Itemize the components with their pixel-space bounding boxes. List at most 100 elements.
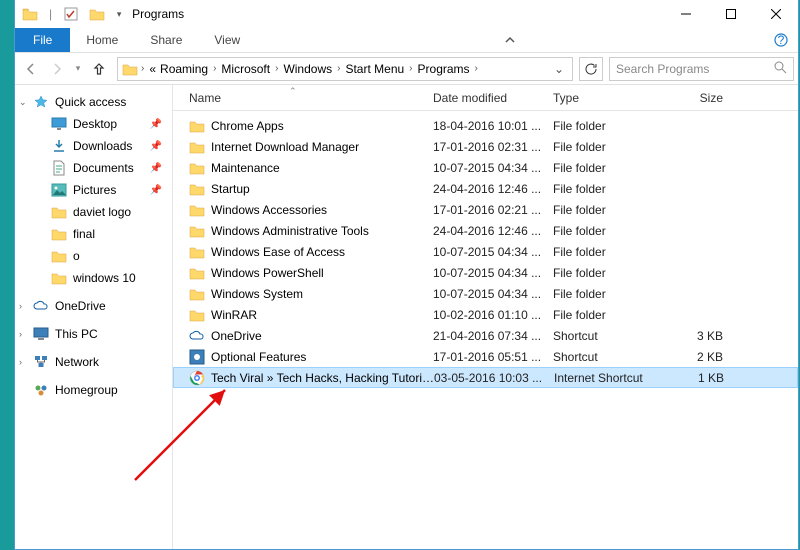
- sidebar-onedrive[interactable]: › OneDrive: [15, 295, 172, 317]
- column-size[interactable]: Size: [663, 91, 743, 105]
- network-icon: [33, 354, 49, 370]
- column-type[interactable]: Type: [553, 91, 663, 105]
- help-icon[interactable]: ?: [764, 28, 798, 52]
- minimize-button[interactable]: [663, 0, 708, 28]
- sidebar-quick-access[interactable]: ⌄ Quick access: [15, 91, 172, 113]
- file-row[interactable]: Optional Features17-01-2016 05:51 ...Sho…: [173, 346, 798, 367]
- tab-share[interactable]: Share: [134, 28, 198, 52]
- file-row[interactable]: Windows PowerShell10-07-2015 04:34 ...Fi…: [173, 262, 798, 283]
- file-row[interactable]: Windows Administrative Tools24-04-2016 1…: [173, 220, 798, 241]
- navigation-bar: ▾ › « Roaming › Microsoft › Windows › St…: [15, 53, 798, 85]
- sidebar-item[interactable]: final: [15, 223, 172, 245]
- file-date: 10-07-2015 04:34 ...: [433, 266, 553, 280]
- file-row[interactable]: Startup24-04-2016 12:46 ...File folder: [173, 178, 798, 199]
- breadcrumb-startmenu[interactable]: Start Menu: [343, 62, 406, 76]
- file-name: Windows Accessories: [211, 203, 433, 217]
- sidebar-item-label: Desktop: [73, 117, 117, 131]
- file-row[interactable]: OneDrive21-04-2016 07:34 ...Shortcut3 KB: [173, 325, 798, 346]
- column-headers: Name⌃ Date modified Type Size: [173, 85, 798, 111]
- folder-icon: [189, 160, 205, 176]
- file-row[interactable]: Maintenance10-07-2015 04:34 ...File fold…: [173, 157, 798, 178]
- quick-access-toolbar: | ▾: [19, 3, 126, 25]
- file-date: 21-04-2016 07:34 ...: [433, 329, 553, 343]
- tab-view[interactable]: View: [198, 28, 256, 52]
- sidebar-item-label: OneDrive: [55, 299, 106, 313]
- sidebar-item[interactable]: Downloads📌: [15, 135, 172, 157]
- sidebar-thispc[interactable]: › This PC: [15, 323, 172, 345]
- forward-button[interactable]: [45, 57, 69, 81]
- onedrive-icon: [189, 328, 205, 344]
- address-dropdown-icon[interactable]: ⌄: [550, 62, 568, 76]
- close-button[interactable]: [753, 0, 798, 28]
- file-row[interactable]: Windows Accessories17-01-2016 02:21 ...F…: [173, 199, 798, 220]
- file-row[interactable]: Chrome Apps18-04-2016 10:01 ...File fold…: [173, 115, 798, 136]
- sidebar-item[interactable]: Documents📌: [15, 157, 172, 179]
- breadcrumb-roaming[interactable]: Roaming: [158, 62, 210, 76]
- collapse-ribbon-icon[interactable]: [492, 28, 528, 52]
- sidebar-network[interactable]: › Network: [15, 351, 172, 373]
- folder-icon: [189, 286, 205, 302]
- caret-right-icon[interactable]: ›: [19, 301, 22, 311]
- file-type: File folder: [553, 161, 663, 175]
- back-button[interactable]: [19, 57, 43, 81]
- folder-icon[interactable]: [19, 3, 41, 25]
- breadcrumb-prefix[interactable]: «: [147, 62, 158, 76]
- address-bar[interactable]: › « Roaming › Microsoft › Windows › Star…: [117, 57, 573, 81]
- title-bar: | ▾ Programs: [15, 0, 798, 28]
- file-row[interactable]: Windows Ease of Access10-07-2015 04:34 .…: [173, 241, 798, 262]
- refresh-button[interactable]: [579, 57, 603, 81]
- file-date: 24-04-2016 12:46 ...: [433, 182, 553, 196]
- sidebar-item-label: This PC: [55, 327, 98, 341]
- file-row[interactable]: Tech Viral » Tech Hacks, Hacking Tutoria…: [173, 367, 798, 388]
- caret-down-icon[interactable]: ⌄: [19, 97, 27, 108]
- file-name: Windows Ease of Access: [211, 245, 433, 259]
- navigation-pane[interactable]: ⌄ Quick access Desktop📌Downloads📌Documen…: [15, 85, 173, 549]
- search-placeholder: Search Programs: [616, 62, 709, 76]
- column-date[interactable]: Date modified: [433, 91, 553, 105]
- file-row[interactable]: Internet Download Manager17-01-2016 02:3…: [173, 136, 798, 157]
- sidebar-item[interactable]: o: [15, 245, 172, 267]
- properties-icon[interactable]: [60, 3, 82, 25]
- ribbon-tabs: File Home Share View ?: [15, 28, 798, 53]
- settings-icon: [189, 349, 205, 365]
- folder-icon: [189, 223, 205, 239]
- qat-dropdown-icon[interactable]: ▾: [112, 3, 126, 25]
- file-name: Windows System: [211, 287, 433, 301]
- search-icon[interactable]: [773, 60, 787, 77]
- file-type: Shortcut: [553, 350, 663, 364]
- separator: |: [49, 7, 52, 21]
- maximize-button[interactable]: [708, 0, 753, 28]
- chevron-right-icon[interactable]: ›: [472, 63, 481, 74]
- caret-right-icon[interactable]: ›: [19, 329, 22, 339]
- sidebar-item[interactable]: Pictures📌: [15, 179, 172, 201]
- file-name: Windows Administrative Tools: [211, 224, 433, 238]
- caret-right-icon[interactable]: ›: [19, 357, 22, 367]
- breadcrumb-programs[interactable]: Programs: [416, 62, 472, 76]
- chevron-right-icon[interactable]: ›: [272, 63, 281, 74]
- column-name[interactable]: Name⌃: [189, 91, 433, 105]
- file-name: Windows PowerShell: [211, 266, 433, 280]
- sidebar-item[interactable]: Desktop📌: [15, 113, 172, 135]
- sidebar-item[interactable]: daviet logo: [15, 201, 172, 223]
- breadcrumb-microsoft[interactable]: Microsoft: [219, 62, 272, 76]
- file-date: 18-04-2016 10:01 ...: [433, 119, 553, 133]
- up-button[interactable]: [87, 57, 111, 81]
- folder-icon: [189, 139, 205, 155]
- breadcrumb-windows[interactable]: Windows: [281, 62, 334, 76]
- file-row[interactable]: Windows System10-07-2015 04:34 ...File f…: [173, 283, 798, 304]
- file-type: File folder: [553, 287, 663, 301]
- search-input[interactable]: Search Programs: [609, 57, 794, 81]
- chevron-right-icon[interactable]: ›: [210, 63, 219, 74]
- file-type: File folder: [553, 245, 663, 259]
- chevron-right-icon[interactable]: ›: [138, 63, 147, 74]
- pin-icon: 📌: [150, 141, 162, 152]
- tab-file[interactable]: File: [15, 28, 70, 52]
- file-row[interactable]: WinRAR10-02-2016 01:10 ...File folder: [173, 304, 798, 325]
- new-folder-icon[interactable]: [86, 3, 108, 25]
- tab-home[interactable]: Home: [70, 28, 134, 52]
- sidebar-homegroup[interactable]: Homegroup: [15, 379, 172, 401]
- chevron-right-icon[interactable]: ›: [334, 63, 343, 74]
- recent-dropdown-icon[interactable]: ▾: [71, 57, 85, 81]
- chevron-right-icon[interactable]: ›: [406, 63, 415, 74]
- sidebar-item[interactable]: windows 10: [15, 267, 172, 289]
